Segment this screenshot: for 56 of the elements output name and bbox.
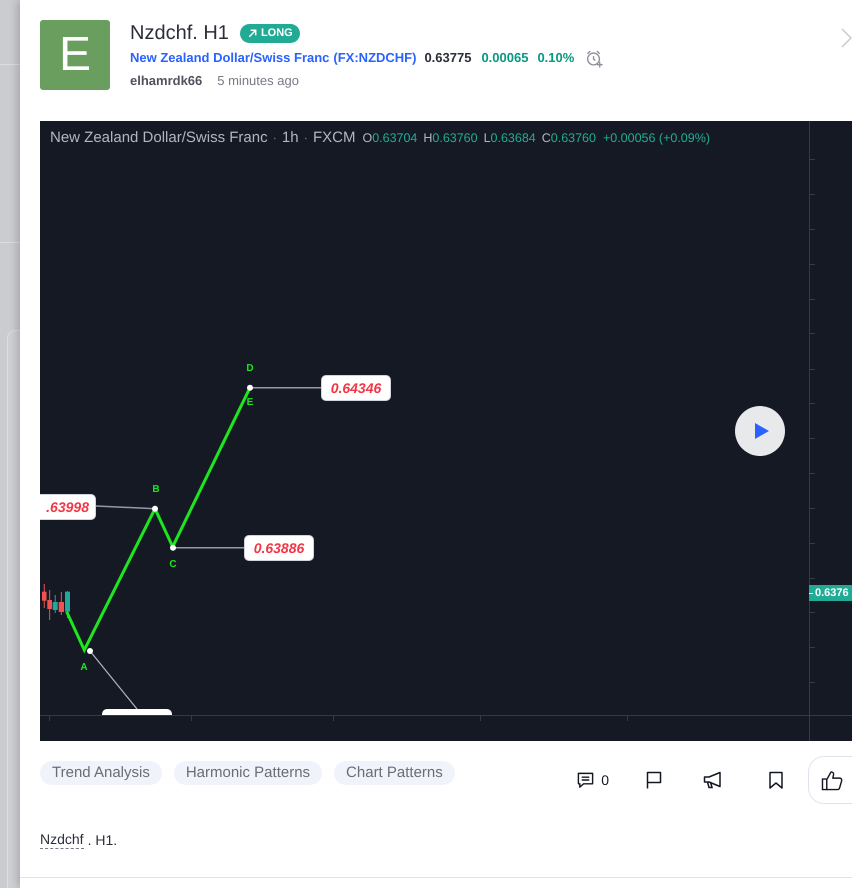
point-marker — [247, 384, 253, 391]
ohlc-value: 0.63760 — [550, 130, 596, 147]
tag-chip[interactable]: Chart Patterns — [334, 761, 455, 785]
alarm-clock-icon[interactable] — [585, 48, 604, 68]
play-icon — [754, 423, 768, 439]
ohlc-value: 0.63760 — [432, 130, 478, 147]
price-change: 0.00065 — [481, 49, 528, 68]
author-link[interactable]: elhamrdk66 — [130, 71, 202, 91]
tag-chip[interactable]: Harmonic Patterns — [174, 761, 322, 785]
price-label-box — [102, 709, 172, 715]
price-change-percent: 0.10% — [537, 49, 574, 68]
ohlc-key: C — [542, 128, 551, 148]
point-label: B — [152, 485, 160, 495]
symbol-code-link[interactable]: (FX:NZDCHF) — [333, 48, 416, 68]
ohlc-value: 0.63704 — [372, 130, 418, 147]
user-avatar[interactable]: E — [40, 20, 110, 90]
legend-separator: · — [272, 129, 277, 148]
comments-button[interactable]: 0 — [576, 764, 609, 796]
point-marker — [170, 544, 176, 551]
leader-line — [250, 386, 321, 388]
price-label: 0.63886 — [244, 535, 314, 561]
symbol-name-link[interactable]: New Zealand Dollar/Swiss Franc — [130, 48, 330, 68]
play-button[interactable] — [735, 406, 785, 456]
arrow-up-right-icon — [246, 28, 258, 38]
bookmark-icon — [768, 771, 784, 789]
current-price-label: 0.6376 — [809, 585, 852, 601]
comment-icon — [576, 771, 596, 789]
point-marker — [87, 648, 93, 654]
legend-symbol: New Zealand Dollar/Swiss Franc — [50, 128, 268, 148]
post-title: Nzdchf. H1 — [130, 22, 229, 44]
legend-exchange: FXCM — [312, 128, 356, 148]
flag-icon — [646, 771, 662, 789]
leader-line — [90, 650, 138, 710]
legend-separator: · — [304, 129, 308, 148]
tag-chip[interactable]: Trend Analysis — [40, 761, 162, 785]
symbol-tag-link[interactable]: Nzdchf — [40, 831, 84, 849]
thumbs-up-icon — [821, 770, 844, 790]
price-label: 0.64346 — [321, 375, 391, 401]
point-label: C — [169, 560, 177, 570]
point-marker — [152, 506, 158, 512]
description-text: Nzdchf . H1. — [40, 831, 118, 849]
ohlc-key: O — [362, 128, 372, 148]
point-label: E — [246, 398, 254, 408]
badge-label: LONG — [260, 28, 293, 38]
point-label: A — [80, 663, 88, 673]
megaphone-icon — [703, 771, 723, 789]
last-price: 0.63775 — [424, 49, 472, 68]
leader-line — [173, 546, 244, 548]
ohlc-key: H — [423, 128, 432, 148]
price-label: .63998 — [40, 494, 96, 520]
legend-interval: 1h — [282, 128, 299, 148]
point-label: D — [246, 364, 254, 374]
ohlc-key: L — [484, 128, 491, 148]
ohlc-value: 0.63684 — [490, 130, 536, 147]
post-time: 5 minutes ago — [217, 72, 299, 90]
legend-change: +0.00056 (+0.09%) — [602, 130, 710, 147]
